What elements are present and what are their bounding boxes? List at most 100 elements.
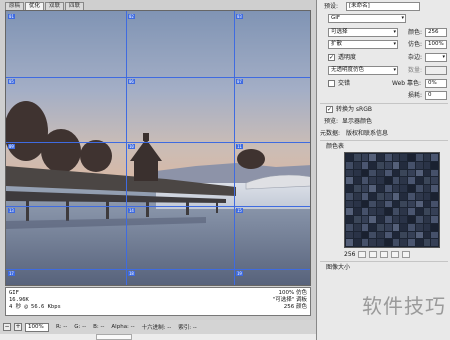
color-swatch[interactable]: [431, 231, 438, 239]
color-swatch[interactable]: [415, 154, 423, 161]
color-swatch[interactable]: [369, 154, 376, 161]
color-swatch[interactable]: [369, 223, 376, 231]
color-swatch[interactable]: [361, 223, 369, 231]
color-swatch[interactable]: [408, 161, 415, 169]
color-swatch[interactable]: [384, 239, 392, 246]
color-swatch[interactable]: [400, 239, 407, 246]
color-swatch[interactable]: [384, 216, 392, 223]
color-swatch[interactable]: [377, 239, 384, 246]
color-swatch[interactable]: [408, 177, 415, 184]
color-swatch[interactable]: [431, 223, 438, 231]
color-swatch[interactable]: [353, 177, 361, 184]
color-swatch[interactable]: [384, 208, 392, 215]
slice-number[interactable]: 07: [236, 79, 243, 84]
map-color-icon[interactable]: [358, 251, 367, 258]
color-swatch[interactable]: [384, 169, 392, 177]
color-swatch[interactable]: [423, 239, 431, 246]
color-swatch[interactable]: [415, 200, 423, 208]
slice-number[interactable]: 03: [236, 14, 243, 19]
color-swatch[interactable]: [377, 161, 384, 169]
tab-original[interactable]: 原稿: [5, 2, 25, 10]
color-swatch[interactable]: [431, 239, 438, 246]
color-swatch[interactable]: [346, 161, 353, 169]
color-swatch[interactable]: [361, 161, 369, 169]
color-swatch[interactable]: [392, 208, 400, 215]
color-swatch[interactable]: [346, 216, 353, 223]
color-swatch[interactable]: [377, 200, 384, 208]
color-swatch[interactable]: [353, 223, 361, 231]
color-swatch[interactable]: [400, 177, 407, 184]
color-swatch[interactable]: [400, 192, 407, 200]
color-swatch[interactable]: [361, 216, 369, 223]
color-swatch[interactable]: [346, 169, 353, 177]
color-swatch[interactable]: [384, 231, 392, 239]
web-snap-input[interactable]: 0%: [425, 79, 447, 88]
color-swatch[interactable]: [346, 185, 353, 192]
color-swatch[interactable]: [408, 216, 415, 223]
color-swatch[interactable]: [361, 192, 369, 200]
amount-input[interactable]: [425, 66, 447, 75]
new-color-icon[interactable]: [391, 251, 400, 258]
color-swatch[interactable]: [431, 161, 438, 169]
color-swatch[interactable]: [369, 192, 376, 200]
color-swatch[interactable]: [408, 185, 415, 192]
color-swatch[interactable]: [423, 192, 431, 200]
slice-number[interactable]: 14: [128, 208, 135, 213]
color-swatch[interactable]: [361, 154, 369, 161]
delete-color-icon[interactable]: [402, 251, 411, 258]
color-swatch[interactable]: [384, 192, 392, 200]
color-swatch[interactable]: [369, 169, 376, 177]
matte-select[interactable]: [425, 53, 447, 62]
color-swatch[interactable]: [353, 216, 361, 223]
slice-number[interactable]: 02: [128, 14, 135, 19]
color-swatch[interactable]: [415, 223, 423, 231]
color-swatch[interactable]: [361, 169, 369, 177]
color-swatch[interactable]: [361, 177, 369, 184]
color-swatch[interactable]: [415, 169, 423, 177]
color-swatch[interactable]: [369, 216, 376, 223]
color-swatch[interactable]: [377, 192, 384, 200]
color-swatch[interactable]: [415, 192, 423, 200]
color-swatch[interactable]: [369, 208, 376, 215]
tab-2up[interactable]: 双联: [45, 2, 65, 10]
color-swatch[interactable]: [353, 185, 361, 192]
color-swatch[interactable]: [415, 231, 423, 239]
slice-number[interactable]: 13: [8, 208, 15, 213]
color-swatch[interactable]: [377, 185, 384, 192]
color-swatch[interactable]: [400, 223, 407, 231]
web-shift-icon[interactable]: [369, 251, 378, 258]
color-swatch[interactable]: [377, 208, 384, 215]
color-swatch[interactable]: [361, 200, 369, 208]
color-swatch[interactable]: [408, 154, 415, 161]
color-swatch[interactable]: [423, 177, 431, 184]
color-swatch[interactable]: [353, 200, 361, 208]
slice-number[interactable]: 11: [236, 144, 243, 149]
color-swatch[interactable]: [408, 192, 415, 200]
color-swatch[interactable]: [377, 231, 384, 239]
color-swatch[interactable]: [415, 239, 423, 246]
color-swatch[interactable]: [369, 185, 376, 192]
image-preview[interactable]: 01 02 03 05 06 07 09 10 11 13 14 15 17 1…: [5, 10, 311, 286]
color-swatch[interactable]: [369, 239, 376, 246]
zoom-in-button[interactable]: +: [14, 323, 22, 331]
color-swatch[interactable]: [353, 154, 361, 161]
slice-number[interactable]: 19: [236, 271, 243, 276]
slice-number[interactable]: 01: [8, 14, 15, 19]
dialog-button[interactable]: [96, 334, 132, 340]
color-swatch[interactable]: [431, 177, 438, 184]
interlaced-checkbox[interactable]: [328, 80, 335, 87]
color-swatch[interactable]: [346, 208, 353, 215]
color-swatch[interactable]: [431, 154, 438, 161]
slice-number[interactable]: 10: [128, 144, 135, 149]
color-swatch[interactable]: [377, 223, 384, 231]
color-swatch[interactable]: [431, 216, 438, 223]
color-swatch[interactable]: [361, 231, 369, 239]
slice-number[interactable]: 17: [8, 271, 15, 276]
color-swatch[interactable]: [392, 177, 400, 184]
color-swatch[interactable]: [392, 223, 400, 231]
lossy-input[interactable]: 0: [425, 91, 447, 100]
color-swatch[interactable]: [415, 216, 423, 223]
dither-algorithm-select[interactable]: 扩散: [328, 40, 398, 49]
srgb-checkbox[interactable]: ✓: [326, 106, 333, 113]
color-swatch[interactable]: [361, 239, 369, 246]
